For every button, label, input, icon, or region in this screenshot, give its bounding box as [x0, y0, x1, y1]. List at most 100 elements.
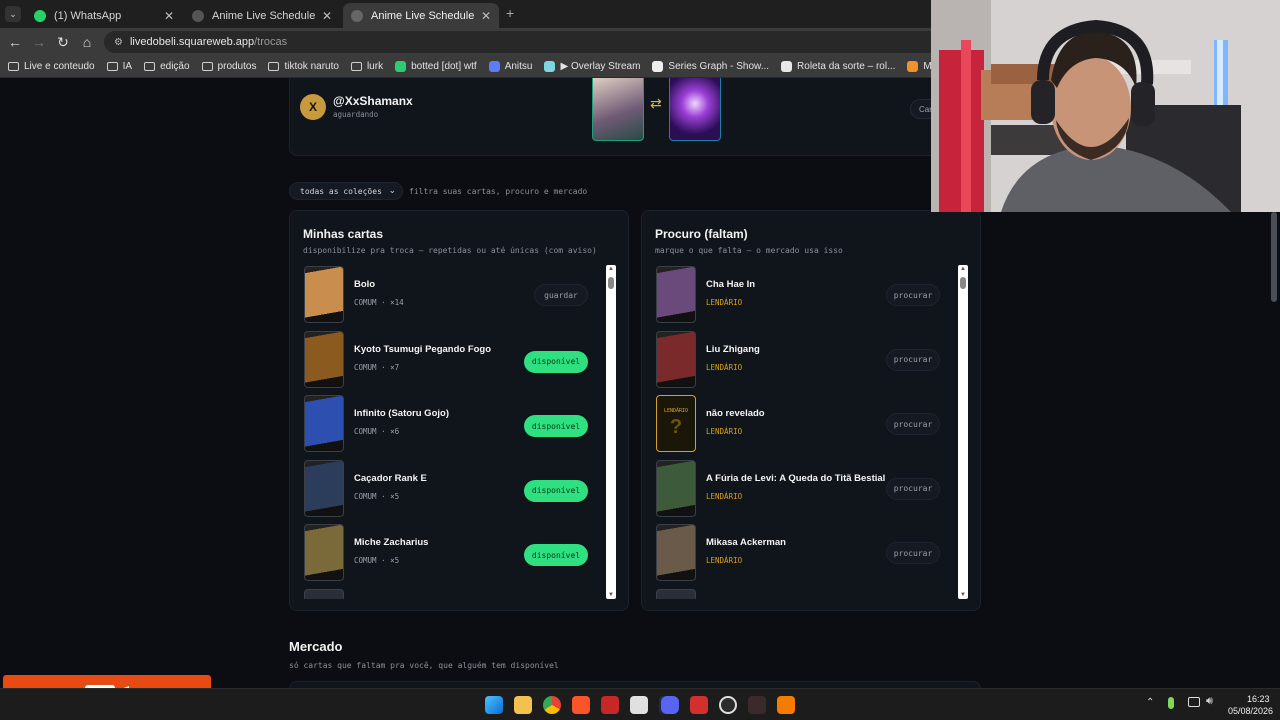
- app-icon[interactable]: [630, 696, 648, 714]
- site-icon: [395, 61, 407, 72]
- card-rarity-count: COMUM · ×7: [354, 362, 400, 372]
- available-toggle-button[interactable]: disponível: [524, 415, 588, 437]
- bookmark-label: Live e conteudo: [24, 61, 95, 72]
- scrollbar-thumb[interactable]: [608, 277, 614, 289]
- app-icon-active[interactable]: [748, 696, 766, 714]
- tab-label: Anime Live Schedule: [371, 9, 475, 22]
- back-arrow-icon[interactable]: ←: [3, 30, 27, 54]
- search-button[interactable]: procurar: [886, 477, 940, 500]
- my-cards-title: Minhas cartas: [303, 227, 384, 241]
- bookmark-item[interactable]: Roleta da sorte – rol...: [781, 61, 895, 72]
- avatar: X: [300, 94, 326, 120]
- bookmark-item[interactable]: IA: [106, 61, 133, 72]
- microphone-icon[interactable]: [1168, 697, 1174, 709]
- card-thumbnail: [656, 266, 696, 323]
- card-name: Kyoto Tsumugi Pegando Fogo: [354, 343, 492, 355]
- tab-list-menu-button[interactable]: ⌄: [5, 6, 21, 22]
- start-menu-icon[interactable]: [485, 696, 503, 714]
- tab-label: Anime Live Schedule: [212, 9, 316, 22]
- tray-chevron-icon[interactable]: ⌃: [1146, 697, 1154, 708]
- scroll-down-icon[interactable]: ▼: [606, 592, 616, 598]
- card-thumbnail: [656, 588, 696, 599]
- folder-icon: [350, 62, 362, 71]
- brave-icon[interactable]: [572, 696, 590, 714]
- wanted-subtitle: marque o que falta — o mercado usa isso: [655, 246, 843, 255]
- chrome-icon[interactable]: [543, 696, 561, 714]
- bookmark-item[interactable]: botted [dot] wtf: [395, 61, 477, 72]
- bookmark-label: IA: [122, 61, 133, 72]
- search-button[interactable]: procurar: [886, 413, 940, 435]
- forward-arrow-icon[interactable]: →: [27, 30, 51, 54]
- folder-icon: [268, 62, 280, 71]
- network-icon[interactable]: [1188, 697, 1200, 707]
- list-item: Mikasa Ackerman LENDÁRIO procurar: [654, 523, 954, 585]
- bookmark-item[interactable]: produtos: [201, 61, 257, 72]
- site-icon: [652, 61, 664, 72]
- folder-icon: [8, 62, 19, 71]
- card-thumbnail: [304, 588, 344, 599]
- site-icon: [488, 61, 500, 72]
- bookmark-item[interactable]: Anitsu: [488, 61, 532, 72]
- scroll-up-icon[interactable]: ▲: [958, 266, 968, 272]
- tab-anime-schedule[interactable]: Anime Live Schedule ✕: [184, 3, 340, 28]
- search-button[interactable]: procurar: [886, 348, 940, 371]
- my-cards-scrollbar[interactable]: ▲ ▼: [606, 265, 616, 599]
- close-icon[interactable]: ✕: [164, 9, 174, 23]
- reload-icon[interactable]: ↻: [51, 30, 75, 54]
- bookmark-item[interactable]: lurk: [350, 61, 383, 72]
- collection-filter-select[interactable]: todas as coleções ⌄: [289, 182, 403, 200]
- my-cards-panel: Minhas cartas disponibilize pra troca — …: [289, 210, 629, 611]
- clock-time[interactable]: 16:23: [1247, 694, 1270, 704]
- hidden-card-rarity: LENDÁRIO: [663, 408, 689, 414]
- home-icon[interactable]: ⌂: [75, 30, 99, 54]
- card-name: A Fúria de Levi: A Queda do Titã Bestial: [706, 472, 886, 484]
- bookmark-item[interactable]: tiktok naruto: [268, 61, 339, 72]
- site-info-icon[interactable]: ⚙: [114, 37, 123, 48]
- scroll-down-icon[interactable]: ▼: [958, 592, 968, 598]
- scroll-up-icon[interactable]: ▲: [606, 266, 616, 272]
- obs-icon[interactable]: [719, 696, 737, 714]
- folder-icon: [201, 62, 213, 71]
- card-name: Infinito (Satoru Gojo): [354, 408, 449, 419]
- bookmark-label: edição: [160, 61, 190, 72]
- globe-icon: [192, 9, 204, 22]
- question-mark-icon: ?: [669, 416, 683, 438]
- bookmark-item[interactable]: Live e conteudo: [8, 61, 95, 72]
- bookmark-item[interactable]: edição: [144, 61, 190, 72]
- scrollbar-thumb[interactable]: [960, 277, 966, 289]
- app-icon[interactable]: [601, 696, 619, 714]
- wanted-scrollbar[interactable]: ▲ ▼: [958, 265, 968, 599]
- search-button[interactable]: procurar: [886, 284, 940, 306]
- page-scrollbar[interactable]: [1271, 212, 1277, 302]
- app-icon[interactable]: [690, 696, 708, 714]
- list-item: A Fúria de Levi: A Queda do Titã Bestial…: [654, 459, 954, 521]
- card-thumbnail: [304, 330, 344, 388]
- file-explorer-icon[interactable]: [514, 696, 532, 714]
- whatsapp-icon: [34, 9, 46, 22]
- search-button[interactable]: procurar: [886, 542, 940, 564]
- card-rarity-count: COMUM · ×6: [354, 427, 400, 436]
- available-toggle-button[interactable]: disponível: [524, 544, 588, 566]
- new-tab-button[interactable]: +: [506, 5, 514, 21]
- filter-hint: filtra suas cartas, procuro e mercado: [409, 187, 588, 196]
- tab-anime-schedule-active[interactable]: Anime Live Schedule ✕: [343, 3, 499, 28]
- bookmark-label: Roleta da sorte – rol...: [797, 61, 896, 72]
- bookmark-item[interactable]: ▶ Overlay Stream: [544, 61, 640, 72]
- app-icon[interactable]: [777, 696, 795, 714]
- discord-icon[interactable]: [661, 696, 679, 714]
- card-thumbnail: [656, 459, 696, 517]
- card-thumbnail: [304, 524, 344, 581]
- keep-button[interactable]: guardar: [534, 284, 588, 306]
- bookmark-item[interactable]: Series Graph - Show...: [652, 61, 769, 72]
- available-toggle-button[interactable]: disponível: [524, 350, 588, 373]
- close-icon[interactable]: ✕: [481, 9, 491, 23]
- bookmark-label: produtos: [217, 61, 257, 72]
- clock-date[interactable]: 05/08/2026: [1228, 706, 1273, 716]
- card-name: Mikasa Ackerman: [706, 537, 786, 548]
- available-toggle-button[interactable]: disponível: [524, 479, 588, 502]
- volume-icon[interactable]: 🔊︎: [1206, 695, 1213, 708]
- close-icon[interactable]: ✕: [322, 9, 332, 23]
- bookmark-label: tiktok naruto: [284, 61, 339, 72]
- card-name: Miche Zacharius: [354, 537, 429, 548]
- tab-whatsapp[interactable]: (1) WhatsApp ✕: [26, 3, 182, 28]
